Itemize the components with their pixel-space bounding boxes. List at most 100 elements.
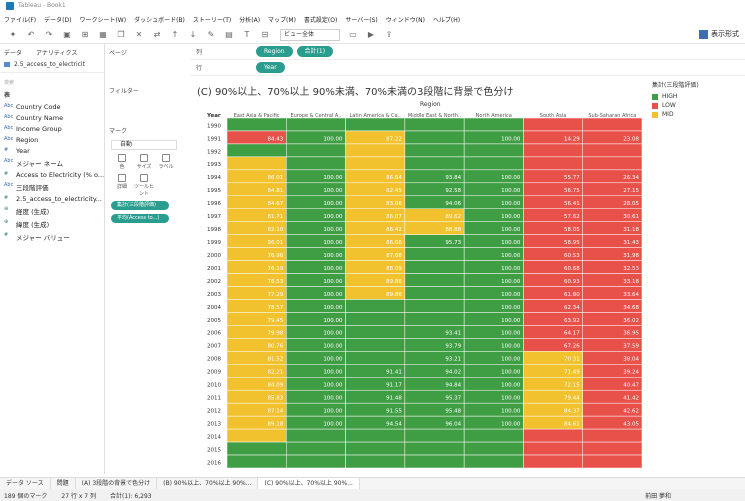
table-cell[interactable]: [404, 247, 465, 261]
table-cell[interactable]: [345, 299, 406, 313]
tab-sheet-c[interactable]: (C) 90%以上、70%以上 90%...: [258, 477, 360, 490]
share-icon[interactable]: ⇪: [384, 30, 394, 40]
color-button[interactable]: 色: [111, 154, 133, 170]
menu-file[interactable]: ファイル(F): [4, 15, 36, 24]
table-cell[interactable]: [286, 428, 346, 443]
table-cell[interactable]: [404, 130, 465, 145]
table-cell[interactable]: [404, 441, 465, 456]
menu-data[interactable]: データ(D): [44, 15, 71, 24]
tab-sheet-b[interactable]: (B) 90%以上、70%以上 90%...: [157, 477, 259, 490]
save-icon[interactable]: ▣: [62, 30, 72, 40]
marks-pill-text[interactable]: 平均(Access to...): [111, 214, 169, 223]
table-cell[interactable]: [404, 273, 465, 287]
table-cell[interactable]: [404, 156, 465, 171]
table-cell[interactable]: [404, 117, 465, 132]
cards-icon[interactable]: ▭: [348, 30, 358, 40]
menu-window[interactable]: ウィンドウ(N): [386, 15, 425, 24]
table-cell[interactable]: [582, 156, 642, 171]
table-cell[interactable]: [404, 299, 465, 313]
table-cell[interactable]: [345, 428, 406, 443]
table-cell[interactable]: [523, 454, 583, 468]
show-me-button[interactable]: 表示形式: [699, 29, 739, 39]
table-cell[interactable]: [463, 441, 524, 456]
legend-item-low[interactable]: LOW: [652, 102, 742, 109]
table-cell[interactable]: [463, 454, 524, 468]
status-user[interactable]: 前田 夢和: [645, 491, 671, 500]
mark-type-select[interactable]: 自動: [111, 140, 177, 150]
fix-axes-icon[interactable]: ⊟: [260, 30, 270, 40]
field-item[interactable]: Abc メジャー ネーム: [0, 156, 104, 169]
swap-icon[interactable]: ⇄: [152, 30, 162, 40]
menu-story[interactable]: ストーリー(T): [193, 15, 231, 24]
table-cell[interactable]: [286, 117, 346, 132]
table-cell[interactable]: [345, 156, 406, 171]
table-cell[interactable]: [582, 117, 642, 132]
menu-map[interactable]: マップ(M): [268, 15, 296, 24]
table-cell[interactable]: [286, 441, 346, 456]
tab-sheet-problem[interactable]: 問題: [51, 477, 76, 490]
table-cell[interactable]: [345, 454, 406, 468]
field-item[interactable]: # メジャー バリュー: [0, 230, 104, 243]
tableau-logo-icon[interactable]: ✦: [8, 30, 18, 40]
tab-analytics[interactable]: アナリティクス: [36, 48, 77, 57]
table-cell[interactable]: [404, 286, 465, 300]
new-sheet-icon[interactable]: ▦: [98, 30, 108, 40]
labels-icon[interactable]: T: [242, 30, 252, 40]
table-cell[interactable]: [404, 312, 465, 326]
tooltip-button[interactable]: ツールヒント: [133, 174, 155, 197]
table-cell[interactable]: [404, 143, 465, 158]
table-cell[interactable]: [226, 441, 287, 456]
table-cell[interactable]: [345, 351, 406, 365]
table-cell[interactable]: [345, 117, 406, 132]
label-button[interactable]: ラベル: [155, 154, 177, 170]
table-cell[interactable]: [523, 441, 583, 456]
field-item[interactable]: Abc 三段階評価: [0, 180, 104, 193]
menu-dashboard[interactable]: ダッシュボード(B): [134, 15, 185, 24]
table-cell[interactable]: [523, 143, 583, 158]
field-item[interactable]: ⊕ 経度 (生成): [0, 204, 104, 217]
table-cell[interactable]: [523, 156, 583, 171]
fit-select[interactable]: ビュー全体: [280, 28, 340, 41]
menu-format[interactable]: 書式設定(O): [304, 15, 337, 24]
undo-icon[interactable]: ↶: [26, 30, 36, 40]
table-cell[interactable]: [226, 454, 287, 468]
table-cell[interactable]: [523, 117, 583, 132]
table-cell[interactable]: [463, 428, 524, 443]
tab-datasource[interactable]: データ ソース: [0, 477, 51, 490]
size-button[interactable]: サイズ: [133, 154, 155, 170]
table-cell[interactable]: [582, 428, 642, 443]
table-cell[interactable]: [404, 260, 465, 274]
group-icon[interactable]: ▤: [224, 30, 234, 40]
table-cell[interactable]: [404, 428, 465, 443]
legend-item-high[interactable]: HIGH: [652, 93, 742, 100]
search-input[interactable]: 検索: [0, 73, 104, 88]
field-item[interactable]: Abc Country Name: [0, 112, 104, 123]
table-cell[interactable]: [582, 441, 642, 456]
field-item[interactable]: # Year: [0, 145, 104, 156]
columns-pill-region[interactable]: Region: [256, 46, 293, 57]
presentation-icon[interactable]: ▶: [366, 30, 376, 40]
table-cell[interactable]: [226, 428, 287, 443]
table-cell[interactable]: [226, 156, 287, 171]
field-item[interactable]: # Access to Electricity (% o...: [0, 169, 104, 180]
sort-desc-icon[interactable]: ↓: [188, 30, 198, 40]
tab-sheet-a[interactable]: (A) 3段階の背景で色分け: [76, 477, 158, 490]
table-cell[interactable]: [582, 143, 642, 158]
marks-pill-color[interactable]: 集計(三段階評価): [111, 201, 169, 210]
table-cell[interactable]: [345, 143, 406, 158]
legend-item-mid[interactable]: MID: [652, 111, 742, 118]
table-cell[interactable]: [226, 117, 287, 132]
table-cell[interactable]: [463, 117, 524, 132]
redo-icon[interactable]: ↷: [44, 30, 54, 40]
rows-pill-year[interactable]: Year: [256, 62, 285, 73]
new-datasource-icon[interactable]: ⊞: [80, 30, 90, 40]
table-cell[interactable]: [226, 143, 287, 158]
sort-asc-icon[interactable]: ↑: [170, 30, 180, 40]
table-cell[interactable]: [345, 338, 406, 352]
table-cell[interactable]: [345, 325, 406, 339]
tab-data[interactable]: データ: [4, 48, 22, 57]
table-cell[interactable]: [404, 454, 465, 468]
field-item[interactable]: Abc Income Group: [0, 123, 104, 134]
datasource-item[interactable]: 2.5_access_to_electricit: [0, 57, 104, 73]
detail-button[interactable]: 詳細: [111, 174, 133, 197]
